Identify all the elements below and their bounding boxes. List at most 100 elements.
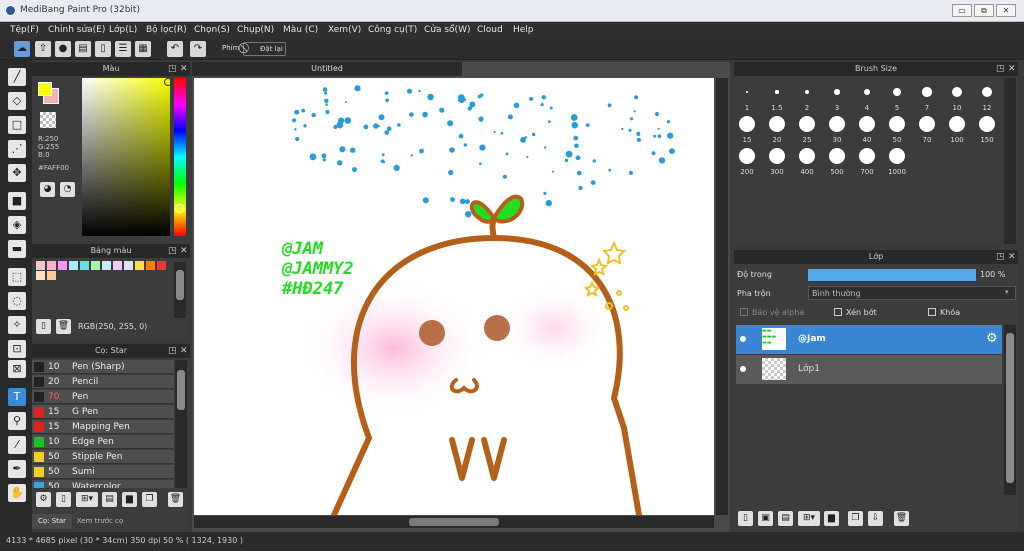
brush-size-dot[interactable] <box>799 148 815 164</box>
new-page-icon[interactable]: ▯ <box>36 319 51 334</box>
menu-tools[interactable]: Công cụ(T) <box>368 25 417 35</box>
saturation-value-picker[interactable] <box>82 78 170 236</box>
brush-size-dot[interactable] <box>859 148 875 164</box>
alpha-lock-checkbox[interactable] <box>740 308 748 316</box>
new-layer-icon[interactable]: ▯ <box>738 511 753 526</box>
grid-icon[interactable]: ▦ <box>135 41 151 57</box>
gear-icon[interactable]: ⚙ <box>986 331 998 346</box>
menu-window[interactable]: Cửa sổ(W) <box>424 25 470 35</box>
palette-swatch[interactable] <box>91 261 100 270</box>
operation-tool-icon[interactable]: ⚲ <box>8 412 26 430</box>
tab-untitled[interactable]: Untitled <box>192 62 462 76</box>
close-icon[interactable]: ✕ <box>180 64 188 74</box>
menu-filter[interactable]: Bộ lọc(R) <box>146 25 187 35</box>
undock-icon[interactable]: ◳ <box>996 252 1005 262</box>
layer-row-layer1[interactable]: Lớp1 <box>736 355 1002 384</box>
share-icon[interactable]: ⇧ <box>35 41 51 57</box>
close-icon[interactable]: ✕ <box>1008 64 1016 74</box>
close-icon[interactable]: ✕ <box>180 346 188 356</box>
clipping-checkbox[interactable] <box>834 308 842 316</box>
brush-size-dot[interactable] <box>799 116 815 132</box>
palette-swatch[interactable] <box>36 271 45 280</box>
brush-item[interactable]: 10 Edge Pen <box>32 435 174 449</box>
dot-tool-icon[interactable]: ⋰ <box>8 140 26 158</box>
merge-layer-icon[interactable]: ⇩ <box>868 511 883 526</box>
cloud-icon[interactable]: ☁ <box>14 41 30 57</box>
tab-brush-preview[interactable]: Xem trước cọ <box>74 514 126 529</box>
trash-icon[interactable]: 🗑 <box>894 511 909 526</box>
page-icon[interactable]: ▯ <box>95 41 111 57</box>
brush-size-dot[interactable] <box>919 116 935 132</box>
brush-size-dot[interactable] <box>979 116 995 132</box>
brush-size-dot[interactable] <box>952 87 962 97</box>
folder-icon[interactable]: ▆ <box>122 492 137 507</box>
rectangle-tool-icon[interactable]: □ <box>8 116 26 134</box>
add-brush-menu-icon[interactable]: ⊞▾ <box>76 492 98 507</box>
visibility-icon[interactable] <box>740 336 746 342</box>
lock-checkbox[interactable] <box>928 308 936 316</box>
brush-size-dot[interactable] <box>775 90 779 94</box>
palette-swatch[interactable] <box>102 261 111 270</box>
drawing-canvas[interactable]: @JAM @JAMMY2 #HĐ247 <box>194 78 714 515</box>
brush-size-dot[interactable] <box>829 148 845 164</box>
brush-size-dot[interactable] <box>859 116 875 132</box>
new-1bit-layer-icon[interactable]: ▤ <box>778 511 793 526</box>
hue-slider-handle[interactable] <box>175 204 184 213</box>
folder-icon[interactable]: ▆ <box>824 511 839 526</box>
menu-file[interactable]: Tệp(F) <box>10 25 39 35</box>
brush-size-dot[interactable] <box>829 116 845 132</box>
page-list-icon[interactable]: ☰ <box>115 41 131 57</box>
brush-size-dot[interactable] <box>746 91 748 93</box>
brush-page-icon[interactable]: ▤ <box>102 492 117 507</box>
brush-size-dot[interactable] <box>769 148 785 164</box>
trash-icon[interactable]: 🗑 <box>168 492 183 507</box>
palette-icon[interactable]: ◕ <box>40 182 55 197</box>
brush-size-dot[interactable] <box>889 148 905 164</box>
brush-size-dot[interactable] <box>804 89 810 95</box>
brush-item[interactable]: 15 G Pen <box>32 405 174 419</box>
close-button[interactable]: ✕ <box>996 4 1016 17</box>
menu-help[interactable]: Help <box>513 25 534 35</box>
brush-item[interactable]: 70 Pen <box>32 390 174 404</box>
undock-icon[interactable]: ◳ <box>996 64 1005 74</box>
canvas-vertical-scrollbar[interactable] <box>716 78 728 515</box>
close-icon[interactable]: ✕ <box>1008 252 1016 262</box>
redo-icon[interactable]: ↷ <box>190 41 206 57</box>
undock-icon[interactable]: ◳ <box>168 246 177 256</box>
comment-icon[interactable]: ● <box>55 41 71 57</box>
fill-rect-tool-icon[interactable]: ■ <box>8 192 26 210</box>
new-halftone-layer-icon[interactable]: ▣ <box>758 511 773 526</box>
brush-item[interactable]: 50 Sumi <box>32 465 174 479</box>
magic-wand-tool-icon[interactable]: ✧ <box>8 316 26 334</box>
move-tool-icon[interactable]: ✥ <box>8 164 26 182</box>
undock-icon[interactable]: ◳ <box>168 64 177 74</box>
reset-button[interactable]: ⃠ Đặt lại <box>243 42 286 56</box>
menu-edit[interactable]: Chỉnh sửa(E) <box>48 25 105 35</box>
brush-size-dot[interactable] <box>889 116 905 132</box>
palette-scrollbar[interactable] <box>174 262 186 318</box>
brush-size-dot[interactable] <box>922 87 932 97</box>
brush-size-dot[interactable] <box>893 88 901 96</box>
message-icon[interactable]: ▤ <box>75 41 91 57</box>
add-brush-icon[interactable]: ▯ <box>56 492 71 507</box>
blend-mode-select[interactable]: Bình thường ▾ <box>808 286 1016 300</box>
transparent-swatch[interactable] <box>40 112 56 128</box>
brush-settings-icon[interactable]: ⚙ <box>36 492 51 507</box>
tab-brush-star[interactable]: Cọ: Star <box>32 514 72 529</box>
brush-item[interactable]: 15 Mapping Pen <box>32 420 174 434</box>
close-icon[interactable]: ✕ <box>180 246 188 256</box>
picker-cursor[interactable] <box>164 78 172 86</box>
brush-size-dot[interactable] <box>739 116 755 132</box>
menu-select[interactable]: Chọn(S) <box>194 25 230 35</box>
brush-tool-icon[interactable]: ╱ <box>8 68 26 86</box>
brush-size-dot[interactable] <box>863 88 871 96</box>
brush-size-scrollbar[interactable] <box>1004 78 1016 244</box>
gradient-tool-icon[interactable]: ▬ <box>8 240 26 258</box>
opacity-slider[interactable] <box>808 269 976 281</box>
undo-icon[interactable]: ↶ <box>167 41 183 57</box>
palette-swatch[interactable] <box>36 261 45 270</box>
menu-layer[interactable]: Lớp(L) <box>109 25 137 35</box>
palette-swatch[interactable] <box>157 261 166 270</box>
palette-swatch[interactable] <box>69 261 78 270</box>
duplicate-layer-icon[interactable]: ❐ <box>848 511 863 526</box>
